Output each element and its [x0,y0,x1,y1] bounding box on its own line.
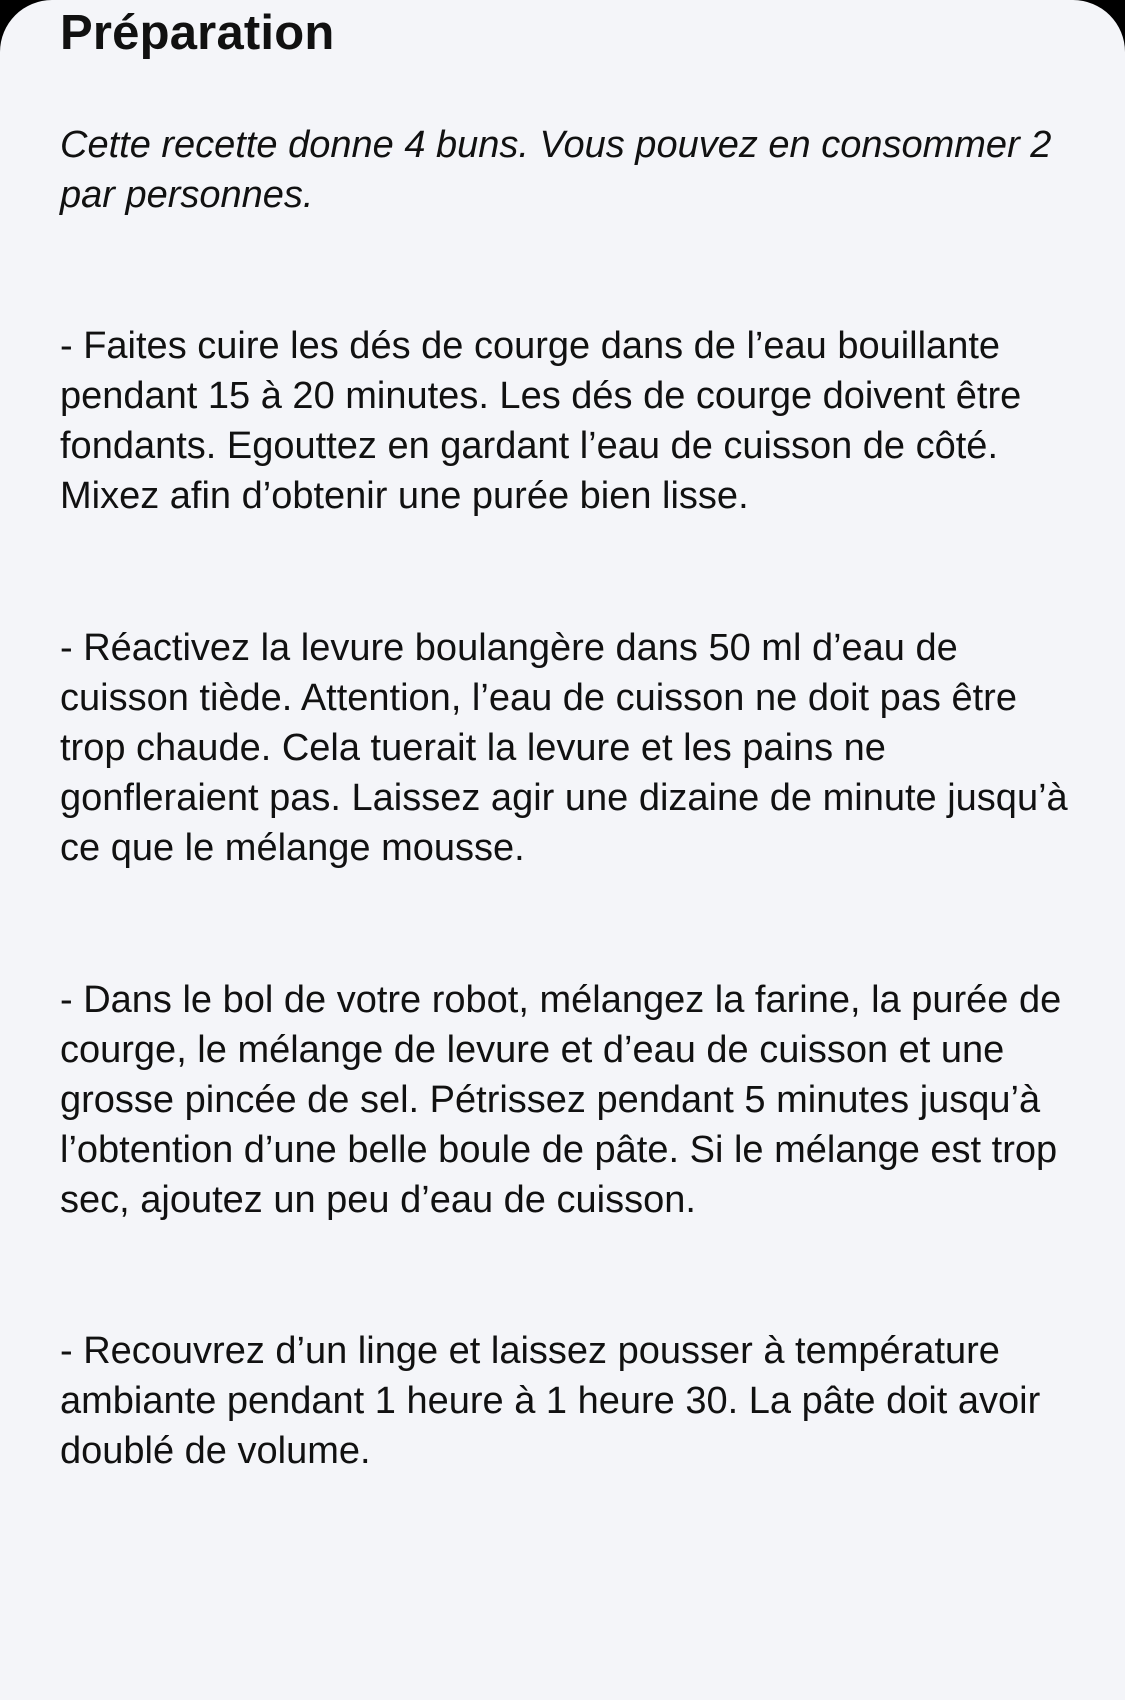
section-title: Préparation [60,6,335,60]
preparation-step-1: - Faites cuire les dés de courge dans de… [60,325,1022,517]
preparation-step-4: - Recouvrez d’un linge et laissez pousse… [60,1330,1041,1472]
recipe-sheet: Préparation Cette recette donne 4 buns. … [0,0,1125,1700]
preparation-step-2: - Réactivez la levure boulangère dans 50… [60,627,1068,869]
preparation-step-3: - Dans le bol de votre robot, mélangez l… [60,979,1062,1221]
recipe-intro: Cette recette donne 4 buns. Vous pouvez … [60,124,1052,216]
preparation-section: Préparation Cette recette donne 4 buns. … [60,0,1070,1476]
